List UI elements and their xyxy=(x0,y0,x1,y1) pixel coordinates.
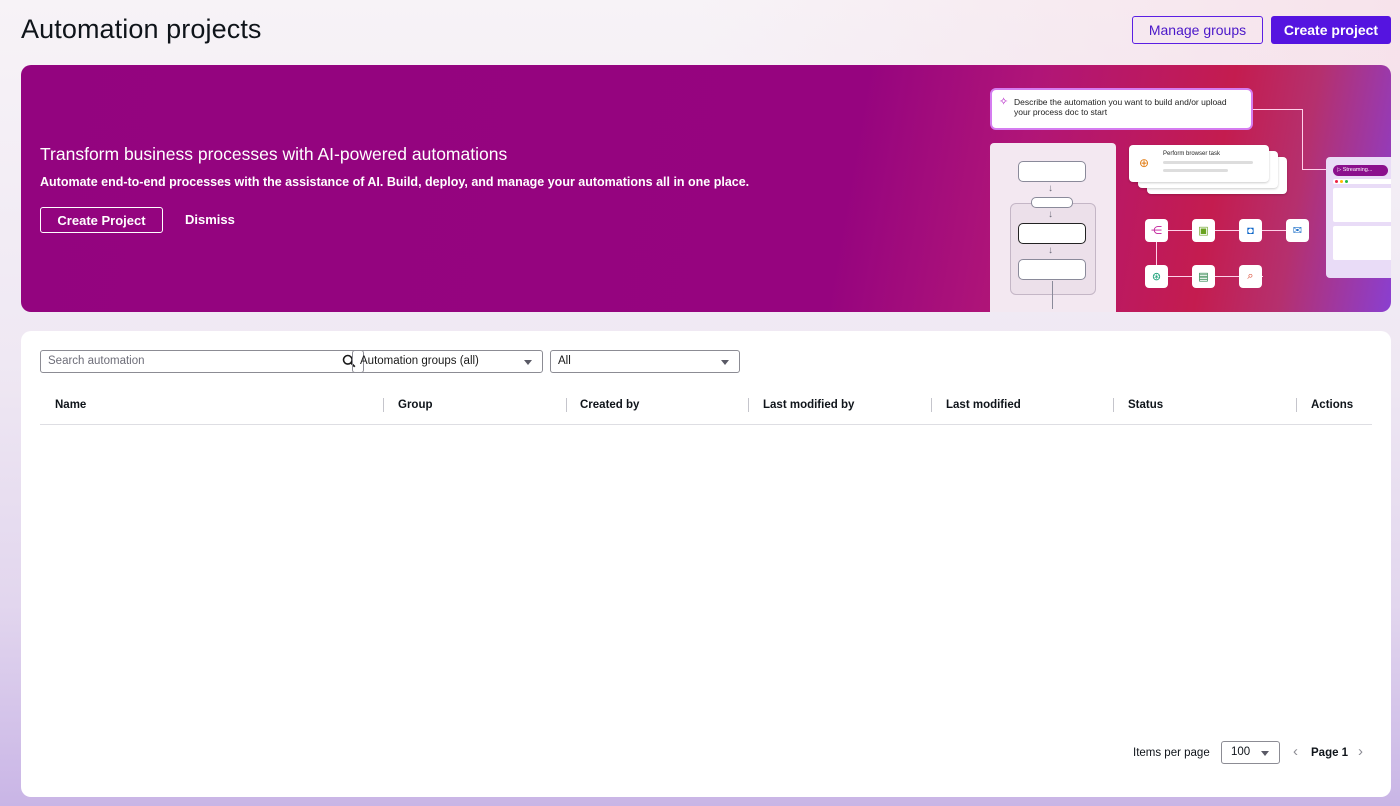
column-header-status[interactable]: Status xyxy=(1128,399,1163,411)
create-project-button[interactable]: Create project xyxy=(1271,16,1391,44)
sparkle-icon: ✧ xyxy=(999,96,1009,108)
illustration-browser-task: ⊕ Perform browser task xyxy=(1129,145,1287,194)
items-per-page-label: Items per page xyxy=(1133,747,1210,759)
streaming-badge: ▷ Streaming... xyxy=(1333,165,1388,176)
connector-line xyxy=(1168,230,1298,231)
illustration-flow-panel: ↓ ↓ ↓ xyxy=(990,143,1116,312)
illustration-streaming-panel: ▷ Streaming... xyxy=(1326,157,1391,278)
flow-group-box xyxy=(1010,203,1096,295)
search-placeholder: Search automation xyxy=(48,355,145,367)
arrow-down-icon: ↓ xyxy=(1048,183,1053,194)
column-header-last-modified-by[interactable]: Last modified by xyxy=(763,399,854,411)
page-title: Automation projects xyxy=(21,14,262,44)
group-filter-select[interactable]: Automation groups (all) xyxy=(352,350,543,373)
flow-step-box xyxy=(1018,259,1086,280)
chevron-right-icon[interactable]: › xyxy=(1358,743,1363,760)
column-header-actions: Actions xyxy=(1311,399,1354,411)
arrow-down-icon: ↓ xyxy=(1048,245,1053,256)
column-header-group[interactable]: Group xyxy=(398,399,433,411)
illustration-prompt-text: Describe the automation you want to buil… xyxy=(1014,97,1227,117)
column-divider[interactable] xyxy=(566,398,567,412)
chevron-down-icon xyxy=(721,360,729,365)
window-content xyxy=(1333,188,1391,222)
share-icon: ⋲ xyxy=(1145,219,1168,242)
chevron-left-icon[interactable]: ‹ xyxy=(1293,743,1298,760)
projects-table-card: Search automation Automation groups (all… xyxy=(21,331,1391,797)
column-divider[interactable] xyxy=(383,398,384,412)
column-divider[interactable] xyxy=(931,398,932,412)
chevron-down-icon xyxy=(1261,751,1269,756)
page-indicator: Page 1 xyxy=(1311,747,1349,759)
items-per-page-select[interactable]: 100 xyxy=(1221,741,1280,764)
column-divider[interactable] xyxy=(748,398,749,412)
banner-dismiss-button[interactable]: Dismiss xyxy=(185,212,235,227)
column-header-created-by[interactable]: Created by xyxy=(580,399,639,411)
connector-line xyxy=(1253,109,1303,110)
placeholder-line xyxy=(1163,161,1253,164)
arrow-down-icon: ↓ xyxy=(1048,209,1053,220)
status-filter-value: All xyxy=(558,355,571,367)
placeholder-line xyxy=(1163,169,1228,172)
column-header-last-modified[interactable]: Last modified xyxy=(946,399,1021,411)
illustration-prompt-card: ✧ Describe the automation you want to bu… xyxy=(990,88,1253,130)
connector-line xyxy=(1302,169,1327,170)
connector-line xyxy=(1302,109,1303,169)
group-filter-value: Automation groups (all) xyxy=(360,355,479,367)
items-per-page-value: 100 xyxy=(1231,746,1251,758)
banner-create-project-button[interactable]: Create Project xyxy=(40,207,163,233)
status-filter-select[interactable]: All xyxy=(550,350,740,373)
flow-step-box xyxy=(1018,223,1086,244)
outlook-icon: ◘ xyxy=(1239,219,1262,242)
window-content xyxy=(1333,226,1391,260)
column-divider[interactable] xyxy=(1113,398,1114,412)
browser-task-label: Perform browser task xyxy=(1163,151,1221,157)
chevron-down-icon xyxy=(524,360,532,365)
globe-icon: ⊕ xyxy=(1139,156,1150,170)
flow-step-box xyxy=(1018,161,1086,182)
mail-icon: ✉ xyxy=(1286,219,1309,242)
connector-line xyxy=(1052,281,1053,309)
banner-title: Transform business processes with AI-pow… xyxy=(40,144,508,164)
column-header-name[interactable]: Name xyxy=(55,399,86,411)
ai-chat-icon: ⊛ xyxy=(1145,265,1168,288)
table-header-divider xyxy=(40,424,1372,425)
column-divider[interactable] xyxy=(1296,398,1297,412)
card-layer: ⊕ Perform browser task xyxy=(1129,145,1269,182)
window-bar xyxy=(1333,179,1391,184)
flow-step-box xyxy=(1031,197,1073,208)
banner-subtitle: Automate end-to-end processes with the a… xyxy=(40,175,750,189)
excel-icon: ▤ xyxy=(1192,265,1215,288)
document-search-icon: ⌕ xyxy=(1239,265,1262,288)
manage-groups-button[interactable]: Manage groups xyxy=(1132,16,1263,44)
promo-banner: Transform business processes with AI-pow… xyxy=(21,65,1391,312)
search-input[interactable]: Search automation xyxy=(40,350,364,373)
app-icon: ▣ xyxy=(1192,219,1215,242)
